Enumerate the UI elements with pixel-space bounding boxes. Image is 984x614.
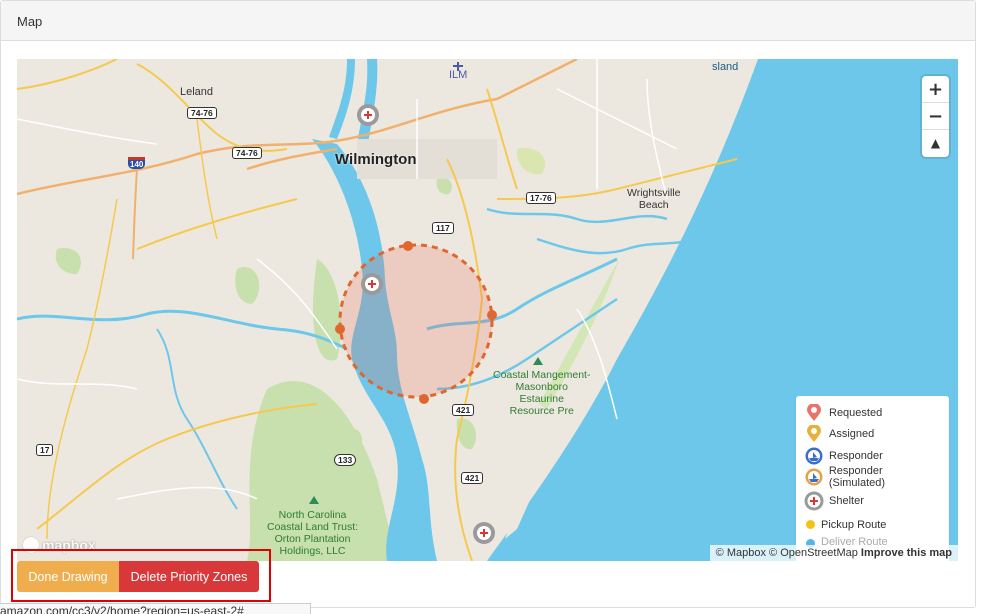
done-drawing-button[interactable]: Done Drawing	[17, 561, 119, 592]
route-shield: 74-76	[187, 107, 217, 119]
route-shield: 17-76	[526, 192, 556, 204]
legend-item-shelter: Shelter	[804, 488, 941, 514]
zoom-in-button[interactable]: +	[922, 76, 949, 103]
zoom-controls: + − ▲	[922, 76, 949, 157]
route-shield: 117	[432, 222, 454, 234]
responder-simulated-icon	[804, 467, 824, 487]
zone-handle[interactable]	[335, 324, 345, 334]
zoom-out-button[interactable]: −	[922, 103, 949, 130]
osm-attribution-link[interactable]: © OpenStreetMap	[769, 547, 858, 559]
label-ilm: ILM	[449, 69, 468, 81]
pickup-route-dot	[806, 520, 815, 530]
route-shield: 421	[461, 472, 484, 484]
browser-status-url: amazon.com/cc3/v2/home?region=us-east-2#	[0, 603, 311, 614]
zone-handle[interactable]	[487, 310, 497, 320]
priority-zone[interactable]	[338, 243, 494, 399]
delete-priority-zones-button[interactable]: Delete Priority Zones	[119, 561, 259, 592]
label-coastal-reserve: Coastal Mangement- Masonboro Estaurine R…	[493, 369, 591, 417]
shelter-icon	[804, 491, 824, 511]
shelter-marker[interactable]	[357, 104, 379, 126]
legend-item-requested: Requested	[804, 402, 941, 424]
route-shield: 421	[452, 404, 475, 416]
responder-boat-icon	[804, 446, 824, 466]
label-nc-coastal-land-trust: North Carolina Coastal Land Trust: Orton…	[267, 509, 359, 557]
legend-item-assigned: Assigned	[804, 424, 941, 446]
label-island: sland	[712, 61, 739, 73]
shelter-marker[interactable]	[473, 522, 495, 544]
legend-item-responder: Responder	[804, 445, 941, 467]
legend-item-pickup-route: Pickup Route	[804, 514, 941, 536]
improve-map-link[interactable]: Improve this map	[861, 547, 952, 559]
zone-handle[interactable]	[403, 241, 413, 251]
map-canvas[interactable]: Leland ILM Wilmington Wrightsville Beach…	[17, 59, 958, 561]
legend-item-responder-simulated: Responder (Simulated)	[804, 465, 941, 489]
map-legend: Requested Assigned Responder Responder (…	[796, 396, 949, 561]
mapbox-attribution-link[interactable]: © Mapbox	[716, 547, 766, 559]
route-shield: 17	[36, 444, 54, 456]
label-wrightsville: Wrightsville Beach	[627, 187, 681, 211]
map-attribution: © Mapbox © OpenStreetMap Improve this ma…	[709, 545, 958, 561]
label-leland: Leland	[180, 86, 214, 98]
route-shield: 140	[128, 157, 146, 169]
label-wilmington: Wilmington	[335, 151, 417, 168]
panel-title: Map	[1, 1, 975, 41]
route-shield: 74-76	[232, 147, 262, 159]
compass-icon[interactable]: ▲	[922, 130, 949, 157]
zone-handle[interactable]	[419, 394, 429, 404]
shelter-marker[interactable]	[361, 273, 383, 295]
route-shield: 133	[334, 454, 357, 466]
assigned-pin-icon	[804, 424, 824, 444]
requested-pin-icon	[804, 403, 824, 423]
